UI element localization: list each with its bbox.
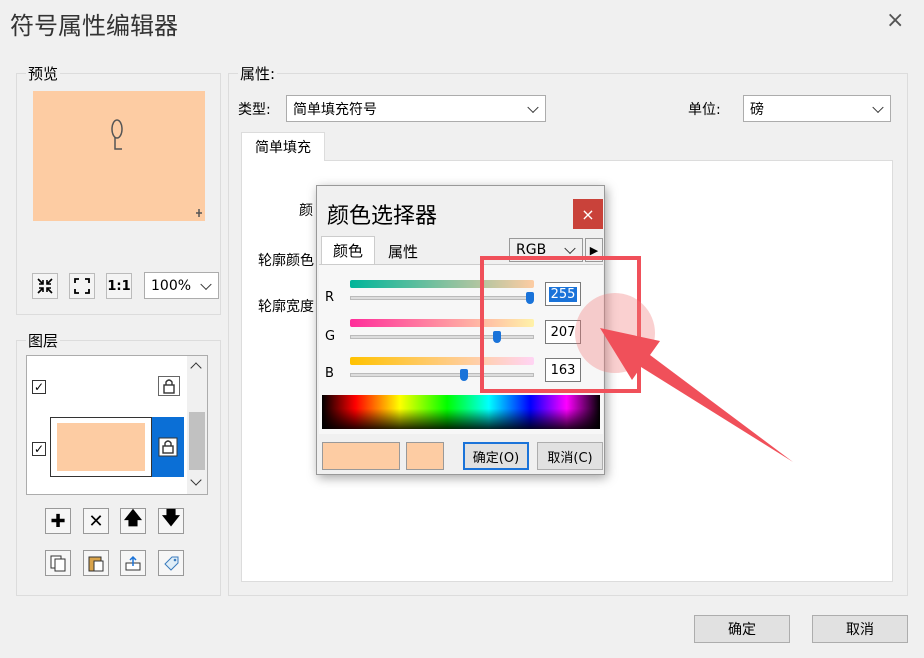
cancel-button[interactable]: 取消 (812, 615, 908, 643)
ok-button[interactable]: 确定 (694, 615, 790, 643)
annotation-overlay (480, 256, 793, 462)
